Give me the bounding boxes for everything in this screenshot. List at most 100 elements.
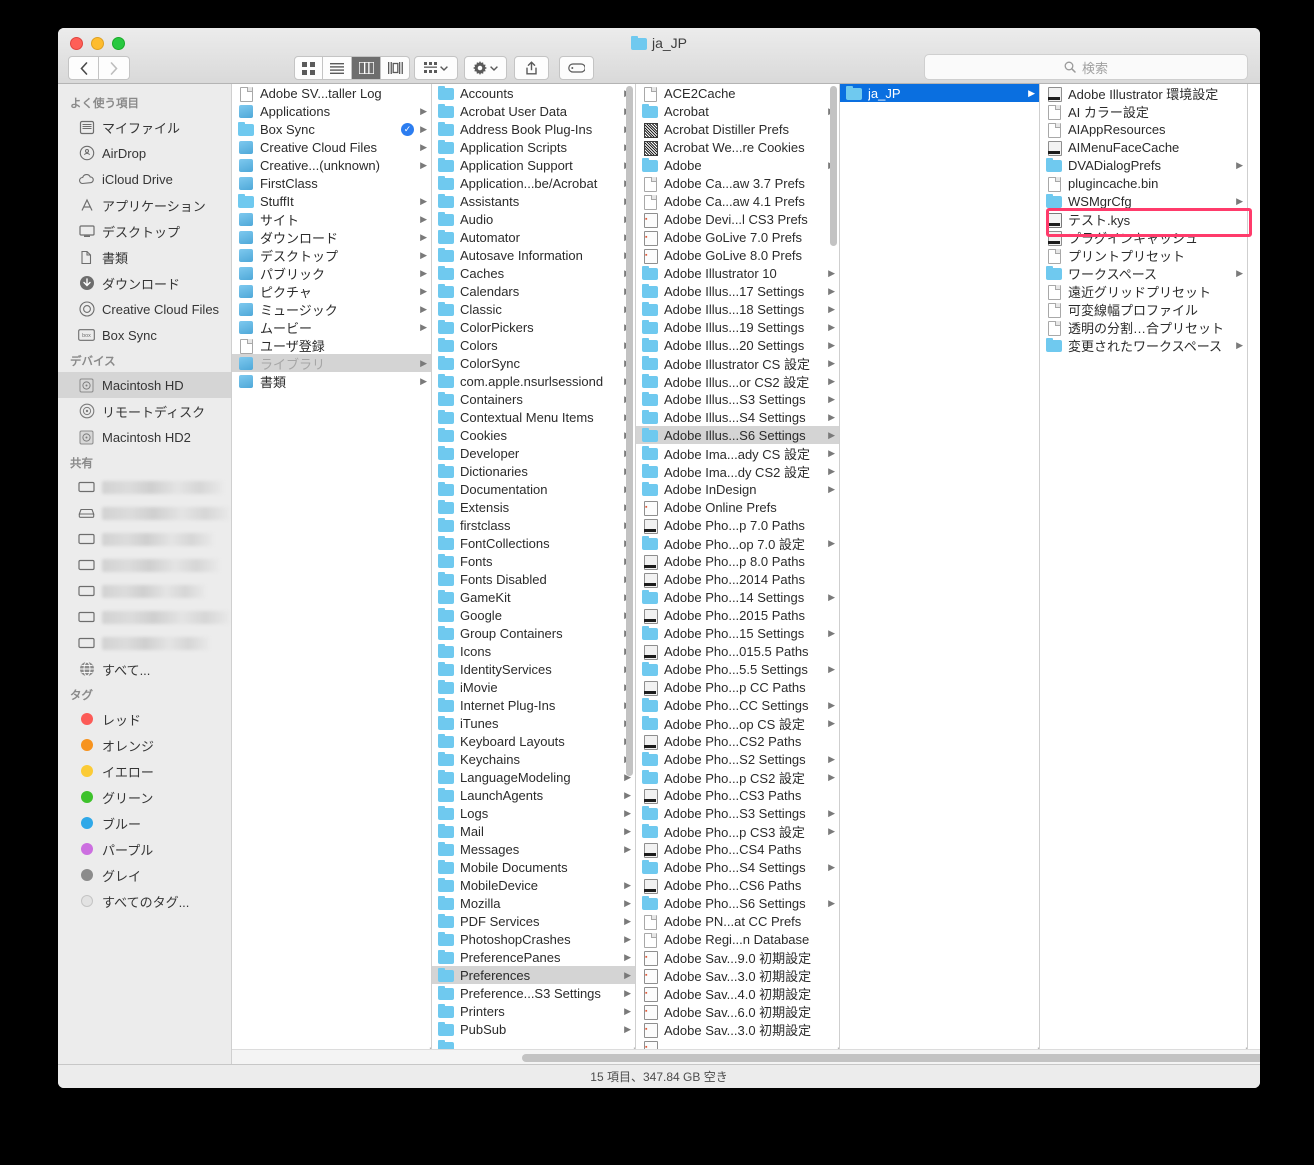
file-row[interactable]: Adobe Pho...CS3 Paths bbox=[636, 786, 839, 804]
share-button[interactable] bbox=[514, 56, 549, 80]
sidebar-item-item-4[interactable]: デスクトップ bbox=[58, 218, 231, 244]
file-row[interactable]: ムービー ▶ bbox=[232, 318, 431, 336]
file-row[interactable]: Adobe Pho...op CS 設定 ▶ bbox=[636, 714, 839, 732]
file-row[interactable]: Preferences ▶ bbox=[432, 966, 635, 984]
file-row[interactable]: iMovie▶ bbox=[432, 678, 635, 696]
sidebar-item-airdrop[interactable]: AirDrop bbox=[58, 140, 231, 166]
list-view-button[interactable] bbox=[323, 56, 352, 80]
file-row[interactable]: Adobe Pho...op 7.0 設定 ▶ bbox=[636, 534, 839, 552]
horizontal-scrollbar[interactable] bbox=[232, 1049, 1260, 1064]
file-row[interactable]: 遠近グリッドプリセット bbox=[1040, 282, 1247, 300]
file-row[interactable]: Adobe Pho...p CS2 設定 ▶ bbox=[636, 768, 839, 786]
file-row[interactable]: Application Scripts▶ bbox=[432, 138, 635, 156]
file-row[interactable]: ピクチャ ▶ bbox=[232, 282, 431, 300]
file-row[interactable]: StuffIt ▶ bbox=[232, 192, 431, 210]
sidebar-item-macintosh-hd2[interactable]: Macintosh HD2 bbox=[58, 424, 231, 450]
file-row[interactable]: MobileDevice ▶ bbox=[432, 876, 635, 894]
file-row[interactable]: パブリック ▶ bbox=[232, 264, 431, 282]
search-field[interactable]: 検索 bbox=[924, 54, 1248, 80]
coverflow-view-button[interactable] bbox=[381, 56, 410, 80]
file-row[interactable]: Classic▶ bbox=[432, 300, 635, 318]
file-row[interactable]: Applications ▶ bbox=[232, 102, 431, 120]
file-row[interactable]: Calendars▶ bbox=[432, 282, 635, 300]
file-row[interactable]: Adobe Pho...p 7.0 Paths bbox=[636, 516, 839, 534]
file-row[interactable]: Fonts▶ bbox=[432, 552, 635, 570]
file-row[interactable]: Adobe▶ bbox=[636, 156, 839, 174]
file-row[interactable]: LaunchAgents ▶ bbox=[432, 786, 635, 804]
file-row[interactable]: ミュージック ▶ bbox=[232, 300, 431, 318]
file-row[interactable]: Adobe Pho...CS2 Paths bbox=[636, 732, 839, 750]
file-row[interactable]: Adobe Pho...15 Settings ▶ bbox=[636, 624, 839, 642]
file-row[interactable]: Adobe Pho...CS4 Paths bbox=[636, 840, 839, 858]
file-row[interactable]: Adobe Ima...ady CS 設定 ▶ bbox=[636, 444, 839, 462]
file-row[interactable]: Colors▶ bbox=[432, 336, 635, 354]
file-row[interactable]: Documentation▶ bbox=[432, 480, 635, 498]
file-row[interactable]: IdentityServices▶ bbox=[432, 660, 635, 678]
file-row[interactable]: AI カラー設定 bbox=[1040, 102, 1247, 120]
file-row[interactable]: Adobe Illus...19 Settings ▶ bbox=[636, 318, 839, 336]
file-row[interactable]: Adobe Pho...p 8.0 Paths bbox=[636, 552, 839, 570]
file-row[interactable]: Address Book Plug-Ins▶ bbox=[432, 120, 635, 138]
file-row[interactable]: ワークスペース ▶ bbox=[1040, 264, 1247, 282]
file-row[interactable]: Adobe Illustrator 10 ▶ bbox=[636, 264, 839, 282]
file-row[interactable]: Adobe Sav...3.0 初期設定 bbox=[636, 966, 839, 984]
file-row[interactable]: Preference...S3 Settings ▶ bbox=[432, 984, 635, 1002]
file-row[interactable]: Adobe SV...taller Log bbox=[232, 84, 431, 102]
file-row[interactable]: PubSub ▶ bbox=[432, 1020, 635, 1038]
file-row[interactable]: Adobe Pho...CS6 Paths bbox=[636, 876, 839, 894]
sidebar-item-item-0[interactable]: マイファイル bbox=[58, 114, 231, 140]
sidebar-item-item-3[interactable]: グリーン bbox=[58, 784, 231, 810]
file-row[interactable]: Adobe Ima...dy CS2 設定 ▶ bbox=[636, 462, 839, 480]
sidebar-item-blurred-0[interactable] bbox=[58, 474, 231, 500]
file-row[interactable]: WSMgrCfg ▶ bbox=[1040, 192, 1247, 210]
file-row[interactable]: Adobe Illus...S6 Settings ▶ bbox=[636, 426, 839, 444]
file-row[interactable]: Keychains▶ bbox=[432, 750, 635, 768]
file-row[interactable]: Adobe Sav...3.0 初期設定 bbox=[636, 1020, 839, 1038]
sidebar-item-macintosh-hd[interactable]: Macintosh HD bbox=[58, 372, 231, 398]
icon-view-button[interactable] bbox=[294, 56, 323, 80]
file-row[interactable]: Acrobat User Data▶ bbox=[432, 102, 635, 120]
vertical-scrollbar-thumb[interactable] bbox=[626, 86, 633, 776]
file-row[interactable]: Box Sync ✓ ▶ bbox=[232, 120, 431, 138]
file-row[interactable]: ライブラリ ▶ bbox=[232, 354, 431, 372]
file-row[interactable]: Creative Cloud Files ▶ bbox=[232, 138, 431, 156]
back-button[interactable] bbox=[68, 56, 99, 80]
file-row[interactable]: Adobe Online Prefs bbox=[636, 498, 839, 516]
file-row[interactable]: ダウンロード ▶ bbox=[232, 228, 431, 246]
file-row[interactable]: Adobe Illus...S4 Settings ▶ bbox=[636, 408, 839, 426]
file-row[interactable]: Adobe Illus...18 Settings ▶ bbox=[636, 300, 839, 318]
file-row[interactable]: Logs ▶ bbox=[432, 804, 635, 822]
file-row[interactable]: Adobe Illus...17 Settings ▶ bbox=[636, 282, 839, 300]
sidebar-item-blurred-6[interactable] bbox=[58, 630, 231, 656]
file-row[interactable]: Mozilla ▶ bbox=[432, 894, 635, 912]
file-row[interactable]: Mobile Documents bbox=[432, 858, 635, 876]
file-row[interactable]: テスト.kys bbox=[1040, 210, 1247, 228]
file-row[interactable]: firstclass▶ bbox=[432, 516, 635, 534]
sidebar-item-item-4[interactable]: ブルー bbox=[58, 810, 231, 836]
file-row[interactable]: plugincache.bin bbox=[1040, 174, 1247, 192]
file-row[interactable]: FirstClass bbox=[232, 174, 431, 192]
file-row[interactable]: Adobe Pho...S6 Settings ▶ bbox=[636, 894, 839, 912]
file-row[interactable]: Adobe Illus...20 Settings ▶ bbox=[636, 336, 839, 354]
file-row[interactable]: Mail ▶ bbox=[432, 822, 635, 840]
sidebar-item-item-5[interactable]: 書類 bbox=[58, 244, 231, 270]
sidebar-item-item-5[interactable]: パープル bbox=[58, 836, 231, 862]
file-row[interactable]: Adobe Pho...14 Settings ▶ bbox=[636, 588, 839, 606]
file-row[interactable]: Adobe GoLive 7.0 Prefs bbox=[636, 228, 839, 246]
file-row[interactable]: Acrobat We...re Cookies bbox=[636, 138, 839, 156]
file-row[interactable]: Group Containers▶ bbox=[432, 624, 635, 642]
sidebar-item-blurred-1[interactable] bbox=[58, 500, 231, 526]
arrange-button[interactable] bbox=[414, 56, 458, 80]
file-row[interactable]: AIMenuFaceCache bbox=[1040, 138, 1247, 156]
action-menu-button[interactable] bbox=[464, 56, 507, 80]
file-row[interactable]: Assistants▶ bbox=[432, 192, 635, 210]
file-row[interactable]: Acrobat▶ bbox=[636, 102, 839, 120]
sidebar-item-item-1[interactable]: リモートディスク bbox=[58, 398, 231, 424]
file-row[interactable]: Automator▶ bbox=[432, 228, 635, 246]
file-row[interactable]: LanguageModeling ▶ bbox=[432, 768, 635, 786]
file-row[interactable]: Google▶ bbox=[432, 606, 635, 624]
file-row[interactable]: DVADialogPrefs ▶ bbox=[1040, 156, 1247, 174]
file-row[interactable]: 透明の分割…合プリセット bbox=[1040, 318, 1247, 336]
file-row[interactable]: Adobe Pho...5.5 Settings ▶ bbox=[636, 660, 839, 678]
file-row[interactable]: Adobe Pho...CC Settings ▶ bbox=[636, 696, 839, 714]
